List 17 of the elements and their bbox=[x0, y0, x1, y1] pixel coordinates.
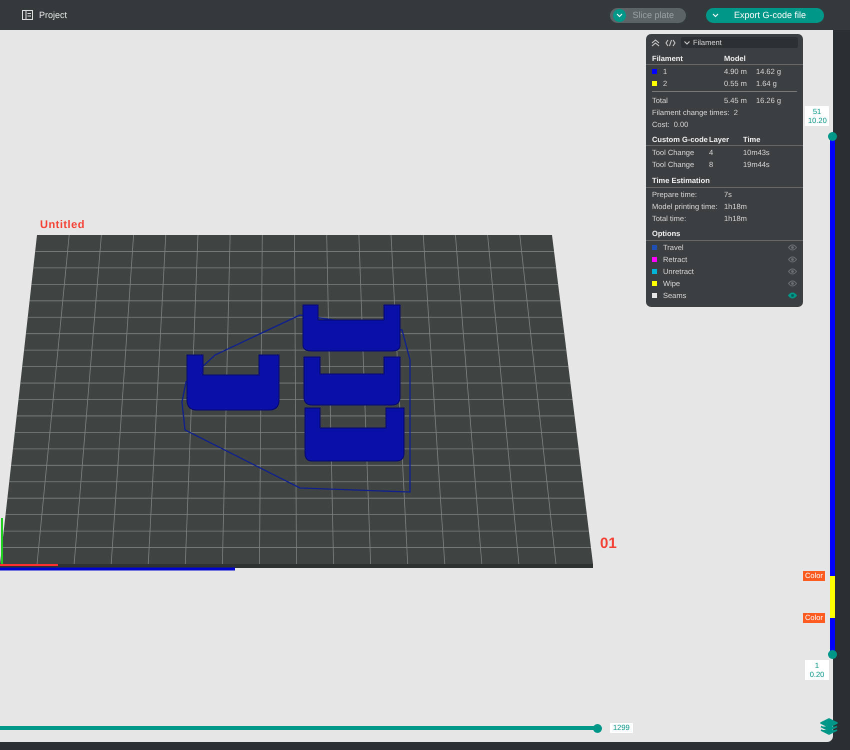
project-icon[interactable] bbox=[22, 10, 33, 20]
project-label[interactable]: Project bbox=[39, 10, 68, 20]
move-slider-track[interactable] bbox=[0, 724, 602, 732]
collapse-icon[interactable] bbox=[651, 38, 660, 46]
slider-thumb[interactable] bbox=[828, 132, 837, 140]
code-icon[interactable] bbox=[665, 38, 676, 46]
caret-icon bbox=[616, 12, 624, 18]
eye-icon[interactable] bbox=[788, 292, 797, 298]
plate-number: 01 bbox=[600, 535, 617, 552]
layers-icon[interactable] bbox=[820, 718, 838, 736]
plate-name: Untitled bbox=[40, 219, 85, 231]
layer-slider-track[interactable] bbox=[828, 131, 837, 659]
caret-icon bbox=[684, 40, 690, 44]
caret-icon bbox=[712, 12, 719, 18]
export-gcode-button[interactable]: Export G-code file bbox=[706, 8, 824, 22]
slider-thumb[interactable] bbox=[592, 724, 602, 732]
slider-thumb[interactable] bbox=[828, 650, 837, 658]
